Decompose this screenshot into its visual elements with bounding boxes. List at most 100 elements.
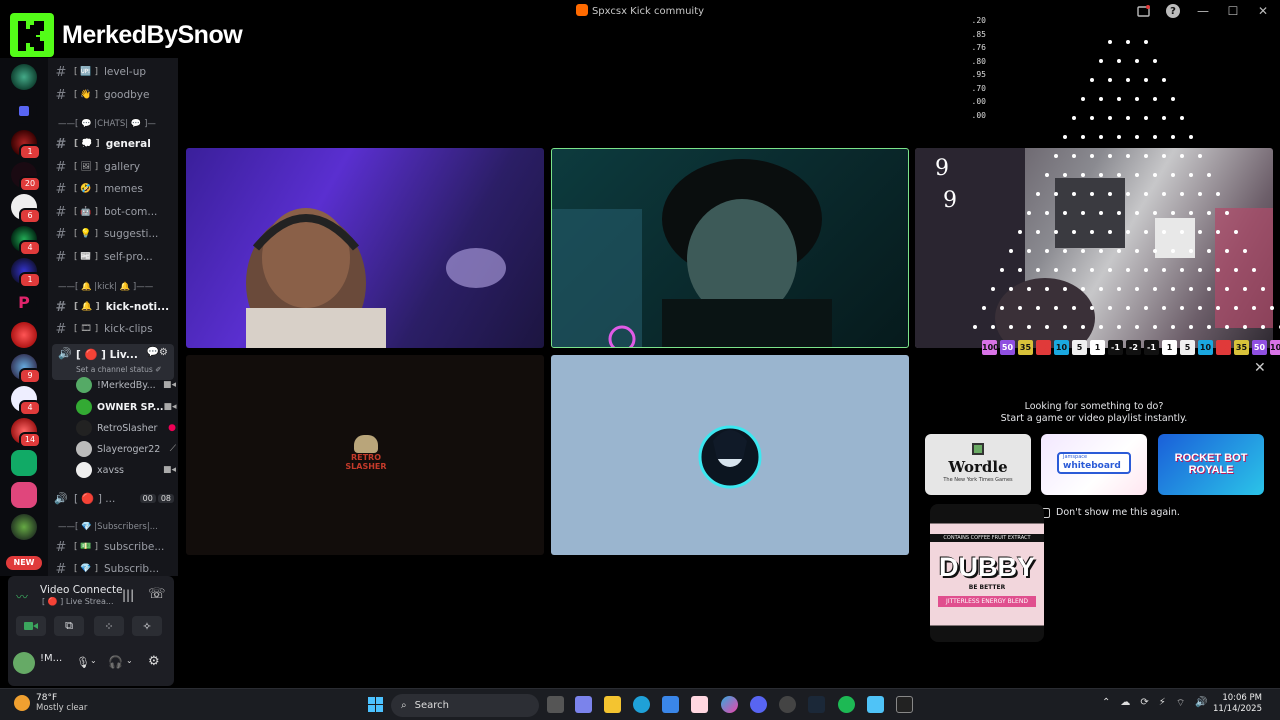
spotify-icon[interactable] xyxy=(838,696,855,713)
maximize-button[interactable]: ☐ xyxy=(1224,2,1242,20)
server-icon[interactable]: 9 xyxy=(11,354,41,384)
activity-card-whiteboard[interactable]: Jamspace whiteboard xyxy=(1041,434,1147,495)
tray-icon[interactable]: ⚡ xyxy=(1159,697,1166,710)
server-icon[interactable]: 14 xyxy=(11,418,41,448)
server-icon[interactable] xyxy=(11,482,37,508)
mic-icon[interactable]: 🎙 xyxy=(76,656,90,669)
soundboard-icon[interactable]: ||| xyxy=(122,588,134,602)
activities-button[interactable]: ⁘ xyxy=(94,616,124,636)
app-icon[interactable] xyxy=(779,696,796,713)
plinko-peg xyxy=(1180,192,1184,196)
close-icon[interactable]: ✕ xyxy=(1254,360,1266,376)
channel-status[interactable]: Set a channel status ✐ xyxy=(76,365,161,374)
store-icon[interactable] xyxy=(662,696,679,713)
chevron-down-icon[interactable]: ⌄ xyxy=(90,656,97,665)
gear-icon[interactable]: ⚙ xyxy=(148,654,160,669)
file-explorer-icon[interactable] xyxy=(604,696,621,713)
teams-icon[interactable] xyxy=(575,696,592,713)
soundboard-button[interactable]: ✧ xyxy=(132,616,162,636)
volume-icon[interactable]: 🔊 xyxy=(1195,697,1207,710)
category-subscribers[interactable]: ——[ 💎 |Subscribers|... xyxy=(58,522,176,536)
channel-item[interactable]: # [ 🖼 ] gallery xyxy=(54,157,174,177)
notepad-icon[interactable] xyxy=(867,696,884,713)
channel-item[interactable]: # [ 💵 ] subscribe... xyxy=(54,537,174,557)
server-icon[interactable]: 1 xyxy=(11,258,41,288)
plinko-peg xyxy=(1081,249,1085,253)
copilot-icon[interactable] xyxy=(721,696,738,713)
task-view-icon[interactable] xyxy=(547,696,564,713)
server-icon[interactable] xyxy=(11,450,37,476)
channel-item[interactable]: # [ 💭 ] general xyxy=(54,134,174,154)
voice-user[interactable]: OWNER SP... ■◂ xyxy=(76,398,177,416)
start-icon[interactable] xyxy=(367,696,384,713)
plinko-peg xyxy=(1153,287,1157,291)
add-user-icon[interactable]: 💬⚙ xyxy=(147,347,168,358)
video-tile-off[interactable]: RETRO SLASHER xyxy=(186,355,544,555)
channel-item[interactable]: # [ 🎞 ] kick-clips xyxy=(54,319,174,339)
edge-icon[interactable] xyxy=(633,696,650,713)
activity-card-rocketbot[interactable]: ROCKET BOT ROYALE xyxy=(1158,434,1264,495)
avatar[interactable] xyxy=(13,652,35,674)
steam-icon[interactable] xyxy=(808,696,825,713)
inbox-icon[interactable] xyxy=(1134,2,1152,20)
category-kick[interactable]: ——[ 🔔 |kick| 🔔 ]—— xyxy=(58,282,176,296)
voice-user[interactable]: !MerkedBy... ■◂ xyxy=(76,376,176,394)
channel-item[interactable]: # [ 🆙 ] level-up xyxy=(54,62,174,82)
channel-item[interactable]: # [ 🤣 ] memes xyxy=(54,179,174,199)
voice-user[interactable]: Slayeroger22 ⟋ xyxy=(76,440,176,458)
close-button[interactable]: ✕ xyxy=(1254,2,1272,20)
weather-widget[interactable]: 78°F Mostly clear xyxy=(14,693,87,713)
server-icon[interactable]: 1 xyxy=(11,130,41,160)
tray-icon[interactable]: ☁ xyxy=(1120,697,1130,710)
activity-card-wordle[interactable]: Wordle The New York Times Games xyxy=(925,434,1031,495)
folder-icon[interactable] xyxy=(11,98,37,124)
card-subtitle: The New York Times Games xyxy=(943,477,1013,483)
app-icon[interactable] xyxy=(691,696,708,713)
username[interactable]: !M... xyxy=(40,653,62,664)
camera-button[interactable] xyxy=(16,616,46,636)
video-tile[interactable]: 9 9 xyxy=(915,148,1273,348)
video-tile-off[interactable] xyxy=(551,355,909,555)
channel-item[interactable]: # [ 💎 ] Subscrib... xyxy=(54,559,174,577)
channel-item[interactable]: # [ 👋 ] goodbye xyxy=(54,85,174,105)
tray-icon[interactable]: ⟳ xyxy=(1140,697,1148,710)
video-tile[interactable] xyxy=(186,148,544,348)
video-tile-speaking[interactable] xyxy=(551,148,909,348)
channel-item[interactable]: # [ 🤖 ] bot-com... xyxy=(54,202,174,222)
chevron-up-icon[interactable]: ⌃ xyxy=(1102,697,1110,710)
minimize-button[interactable]: — xyxy=(1194,2,1212,20)
taskbar-search[interactable]: ⌕ Search xyxy=(391,694,539,717)
server-icon[interactable]: 6 xyxy=(11,194,41,224)
voice-user[interactable]: RetroSlasher ● xyxy=(76,419,176,437)
discord-icon[interactable] xyxy=(750,696,767,713)
server-icon[interactable] xyxy=(11,514,37,540)
channel-item[interactable]: # [ 📰 ] self-pro... xyxy=(54,247,174,267)
voice-channel-link[interactable]: [ 🔴 ] Live Strea... xyxy=(42,597,114,606)
server-icon[interactable]: P xyxy=(11,290,37,316)
wifi-icon[interactable]: ⌔ xyxy=(1176,697,1185,710)
clock[interactable]: 10:06 PM 11/14/2025 xyxy=(1213,693,1262,715)
server-icon[interactable]: 4 xyxy=(11,386,41,416)
headphones-icon[interactable]: 🎧 xyxy=(108,655,123,669)
server-icon[interactable] xyxy=(11,322,37,348)
clock-time: 10:06 PM xyxy=(1222,693,1262,703)
voice-channel-active[interactable]: 🔊 [ 🔴 ] Liv... 💬⚙ Set a channel status ✐ xyxy=(52,344,174,380)
chevron-down-icon[interactable]: ⌄ xyxy=(126,656,133,665)
plinko-peg xyxy=(1135,325,1139,329)
voice-channel-other[interactable]: 🔊 [ 🔴 ] ... 00 08 xyxy=(54,488,174,508)
disconnect-icon[interactable]: ☏ xyxy=(148,586,166,602)
epic-games-icon[interactable] xyxy=(896,696,913,713)
dont-show-again[interactable]: Don't show me this again. xyxy=(1040,507,1180,518)
channel-item[interactable]: # [ 🔔 ] kick-noti... xyxy=(54,297,174,317)
unread-badge: 6 xyxy=(19,208,41,224)
system-tray[interactable]: ⌃ ☁ ⟳ ⚡ ⌔ 🔊 xyxy=(1102,697,1208,710)
server-icon[interactable]: 20 xyxy=(11,162,41,192)
help-icon[interactable]: ? xyxy=(1164,2,1182,20)
server-icon[interactable] xyxy=(11,64,37,90)
voice-user[interactable]: xavss ■◂ xyxy=(76,461,176,479)
category-chats[interactable]: ——[ 💬 |CHATS| 💬 ]— xyxy=(58,119,176,133)
server-icon[interactable]: 4 xyxy=(11,226,41,256)
channel-item[interactable]: # [ 💡 ] suggesti... xyxy=(54,224,174,244)
screenshare-button[interactable]: ⧉ xyxy=(54,616,84,636)
signal-icon[interactable]: 〰 xyxy=(16,588,28,605)
